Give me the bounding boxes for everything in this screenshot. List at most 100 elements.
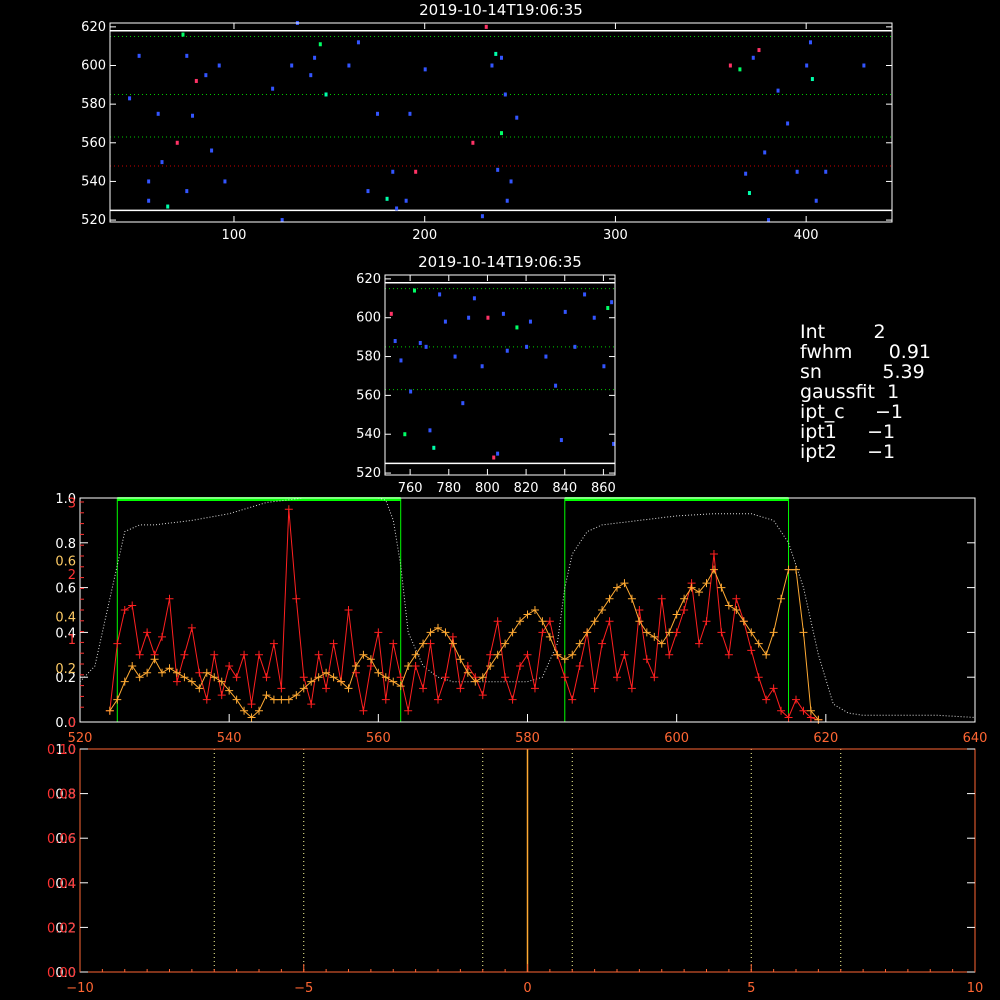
velocity-ytick-label-red: 0.10 <box>47 743 76 758</box>
top-point <box>166 204 170 209</box>
mid-ytick-label: 560 <box>356 388 381 403</box>
top-point <box>313 55 317 60</box>
profile-point-marker <box>530 684 539 693</box>
profile-point-marker <box>493 650 502 659</box>
mid-point <box>409 389 413 394</box>
profile-ytick-label-red: 2 <box>68 568 76 583</box>
mid-point <box>573 344 577 349</box>
top-point <box>494 51 498 56</box>
profile-point-marker <box>516 662 525 670</box>
mid-point <box>412 288 416 293</box>
profile-point-marker <box>724 650 733 659</box>
profile-xtick-label: 600 <box>664 731 689 746</box>
velocity-ytick-label-red: 0.04 <box>47 877 76 892</box>
profile-point-marker <box>426 639 435 648</box>
profile-point-marker <box>441 673 450 682</box>
profile-point-marker <box>202 695 211 704</box>
profile-point-marker <box>486 650 495 659</box>
profile-point-marker <box>672 610 681 619</box>
top-point <box>194 78 198 83</box>
profile-ytick-label: 0.6 <box>55 582 76 597</box>
profile-point-marker <box>575 639 584 648</box>
profile-point-marker <box>105 706 114 715</box>
mid-point <box>438 292 442 297</box>
profile-point-marker <box>389 677 398 686</box>
top-point <box>786 121 790 126</box>
velocity-xtick-label: −10 <box>66 981 93 996</box>
profile-point-marker <box>187 623 196 632</box>
profile-point-marker <box>128 601 137 610</box>
top-point <box>509 179 513 184</box>
mid-xtick-label: 800 <box>475 481 500 496</box>
profile-point-marker <box>620 579 629 588</box>
profile-point-marker <box>165 664 174 673</box>
profile-point-marker <box>530 606 539 614</box>
profile-ytick-label-orange: 0.6 <box>55 555 76 570</box>
profile-point-marker <box>269 639 278 648</box>
mid-ytick-label: 580 <box>356 350 381 365</box>
profile-point-marker <box>448 639 457 648</box>
profile-point-marker <box>792 695 800 704</box>
top-point <box>776 88 780 93</box>
profile-point-marker <box>120 677 129 686</box>
profile-point-marker <box>359 650 368 659</box>
top-point <box>210 148 214 153</box>
profile-point-marker <box>702 617 711 626</box>
profile-point-marker <box>456 655 465 664</box>
profile-point-marker <box>158 632 167 641</box>
profile-point-marker <box>284 505 293 514</box>
top-point <box>490 63 494 68</box>
profile-point-marker <box>128 662 137 670</box>
top-point <box>814 198 818 203</box>
profile-point-marker <box>762 695 771 704</box>
profile-point-marker <box>165 594 174 603</box>
top-point <box>805 63 809 68</box>
profile-point-marker <box>247 700 256 709</box>
profile-point-marker <box>501 673 510 682</box>
mid-point <box>492 455 496 460</box>
mid-ytick-label: 600 <box>356 311 381 326</box>
profile-point-marker <box>299 673 308 682</box>
velocity-xtick-label: −5 <box>294 981 313 996</box>
profile-point-marker <box>180 673 189 682</box>
top-point <box>191 113 195 118</box>
top-ytick-label: 520 <box>81 213 106 228</box>
profile-point-marker <box>508 628 517 637</box>
profile-point-marker <box>657 594 666 603</box>
profile-point-marker <box>784 565 793 574</box>
profile-point-marker <box>642 628 651 637</box>
profile-point-marker <box>538 628 547 637</box>
profile-ytick-label-orange: 0.2 <box>55 662 76 677</box>
profile-point-marker <box>411 650 420 659</box>
profile-point-marker <box>627 594 636 603</box>
profile-point-marker <box>598 639 607 648</box>
profile-point-marker <box>314 650 323 659</box>
top-ytick-label: 560 <box>81 136 106 151</box>
top-point <box>500 55 503 60</box>
mid-xtick-label: 860 <box>591 481 616 496</box>
top-point <box>217 63 221 68</box>
profile-point-marker <box>478 691 487 700</box>
profile-point-marker <box>732 594 741 603</box>
profile-point-marker <box>754 673 763 682</box>
top-point <box>423 67 427 72</box>
top-point <box>408 111 412 116</box>
info-row-int: Int 2 <box>800 321 886 343</box>
mid-point <box>610 300 614 305</box>
top-point <box>471 140 475 145</box>
mid-xtick-label: 840 <box>552 481 577 496</box>
profile-point-marker <box>493 617 502 626</box>
profile-point-marker <box>404 706 413 715</box>
profile-point-marker <box>620 650 629 659</box>
profile-point-marker <box>575 662 584 670</box>
mid-point <box>501 311 505 316</box>
profile-point-marker <box>769 628 778 637</box>
top-point <box>185 53 189 58</box>
profile-point-marker <box>419 639 428 648</box>
top-point <box>503 92 507 97</box>
profile-point-marker <box>739 617 748 626</box>
mid-point <box>544 354 548 359</box>
profile-xtick-label: 560 <box>366 731 391 746</box>
profile-point-marker <box>240 650 249 659</box>
profile-point-marker <box>359 706 368 715</box>
